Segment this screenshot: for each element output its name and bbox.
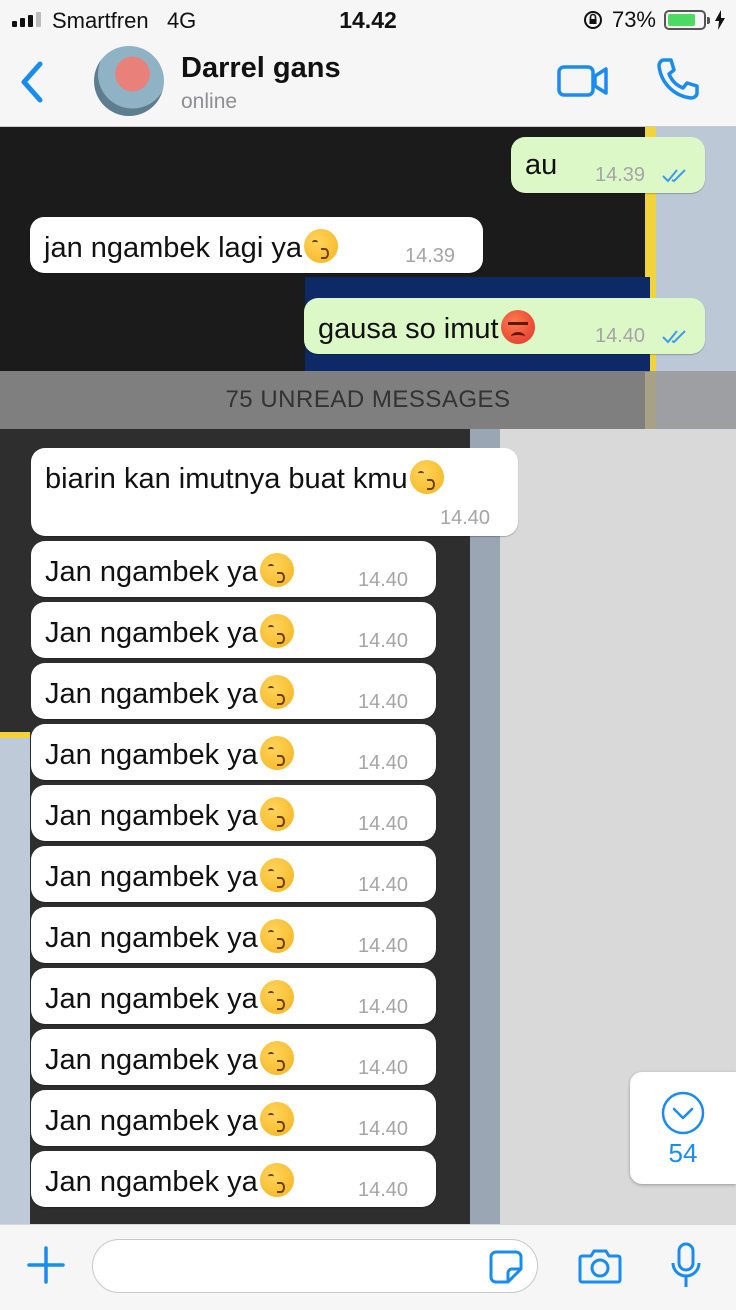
contact-status: online <box>181 90 238 113</box>
status-bar: Smartfren 4G 14.42 73% <box>0 0 736 40</box>
message-text: Jan ngambek ya <box>45 858 294 894</box>
message-bubble-incoming[interactable]: Jan ngambek ya 14.40 <box>31 1151 436 1207</box>
video-call-icon[interactable] <box>557 64 609 98</box>
message-text: Jan ngambek ya <box>45 1041 294 1077</box>
chat-thread[interactable]: au 14.39 jan ngambek lagi ya 14.39 gausa… <box>0 127 736 1224</box>
charging-bolt-icon <box>715 10 725 30</box>
message-time: 14.39 <box>405 245 456 267</box>
message-time: 14.40 <box>358 691 409 713</box>
message-bubble-incoming[interactable]: Jan ngambek ya 14.40 <box>31 1029 436 1085</box>
contact-name[interactable]: Darrel gans <box>181 52 341 85</box>
message-bubble-incoming[interactable]: biarin kan imutnya buat kmu 14.40 <box>31 448 518 536</box>
kissing-face-icon <box>259 553 294 587</box>
chevron-down-circle-icon <box>661 1091 705 1135</box>
read-ticks-icon <box>662 169 686 183</box>
message-time: 14.40 <box>358 1179 409 1201</box>
plus-icon[interactable] <box>26 1245 66 1285</box>
message-text: au <box>525 149 558 181</box>
message-time: 14.39 <box>595 164 646 186</box>
message-text: Jan ngambek ya <box>45 675 294 711</box>
message-text: Jan ngambek ya <box>45 553 294 589</box>
message-time: 14.40 <box>358 874 409 896</box>
message-time: 14.40 <box>358 630 409 652</box>
read-ticks-icon <box>662 330 686 344</box>
unread-messages-banner: 75 UNREAD MESSAGES <box>0 371 736 429</box>
kissing-face-icon <box>259 919 294 953</box>
message-bubble-incoming[interactable]: Jan ngambek ya 14.40 <box>31 724 436 780</box>
message-bubble-outgoing[interactable]: gausa so imut 14.40 <box>304 298 705 354</box>
message-bubble-incoming[interactable]: Jan ngambek ya 14.40 <box>31 602 436 658</box>
kissing-face-icon <box>259 858 294 892</box>
message-bubble-incoming[interactable]: Jan ngambek ya 14.40 <box>31 663 436 719</box>
message-input[interactable] <box>92 1239 538 1293</box>
message-bubble-incoming[interactable]: Jan ngambek ya 14.40 <box>31 541 436 597</box>
message-bubble-outgoing[interactable]: au 14.39 <box>511 137 705 193</box>
message-time: 14.40 <box>595 325 646 347</box>
camera-icon[interactable] <box>578 1247 622 1285</box>
message-time: 14.40 <box>358 752 409 774</box>
message-text: Jan ngambek ya <box>45 1163 294 1199</box>
wallpaper-panel <box>0 737 30 1224</box>
message-time: 14.40 <box>358 813 409 835</box>
message-time: 14.40 <box>440 507 491 529</box>
message-text: Jan ngambek ya <box>45 797 294 833</box>
kissing-face-icon <box>259 675 294 709</box>
kissing-face-icon <box>259 1102 294 1136</box>
message-input-bar <box>0 1224 736 1310</box>
rotation-lock-icon <box>583 11 602 29</box>
message-text: Jan ngambek ya <box>45 736 294 772</box>
unread-count-badge: 54 <box>668 1138 698 1168</box>
message-text: biarin kan imutnya buat kmu <box>45 460 444 496</box>
phone-call-icon[interactable] <box>654 56 700 102</box>
message-text: Jan ngambek ya <box>45 1102 294 1138</box>
message-text: jan ngambek lagi ya <box>44 229 338 265</box>
kissing-face-icon <box>259 736 294 770</box>
message-text: Jan ngambek ya <box>45 980 294 1016</box>
kissing-face-icon <box>259 797 294 831</box>
scroll-to-bottom-button[interactable]: 54 <box>630 1072 736 1184</box>
message-text: gausa so imut <box>318 310 535 346</box>
kissing-face-icon <box>409 460 444 494</box>
angry-face-icon <box>500 310 535 344</box>
battery-icon <box>664 10 710 30</box>
message-bubble-incoming[interactable]: jan ngambek lagi ya 14.39 <box>30 217 483 273</box>
message-text: Jan ngambek ya <box>45 919 294 955</box>
message-time: 14.40 <box>358 1118 409 1140</box>
chat-header: Darrel gans online <box>0 40 736 127</box>
message-bubble-incoming[interactable]: Jan ngambek ya 14.40 <box>31 968 436 1024</box>
message-time: 14.40 <box>358 569 409 591</box>
message-time: 14.40 <box>358 996 409 1018</box>
kissing-face-icon <box>259 614 294 648</box>
microphone-icon[interactable] <box>668 1241 704 1291</box>
kissing-face-icon <box>259 1163 294 1197</box>
message-bubble-incoming[interactable]: Jan ngambek ya 14.40 <box>31 1090 436 1146</box>
back-chevron-icon[interactable] <box>14 58 50 106</box>
battery-percent: 73% <box>611 7 656 32</box>
kissing-face-icon <box>259 980 294 1014</box>
wallpaper-panel <box>0 732 30 738</box>
message-bubble-incoming[interactable]: Jan ngambek ya 14.40 <box>31 907 436 963</box>
kissing-face-icon <box>303 229 338 263</box>
message-bubble-incoming[interactable]: Jan ngambek ya 14.40 <box>31 785 436 841</box>
message-time: 14.40 <box>358 1057 409 1079</box>
message-text: Jan ngambek ya <box>45 614 294 650</box>
message-bubble-incoming[interactable]: Jan ngambek ya 14.40 <box>31 846 436 902</box>
sticker-icon[interactable] <box>488 1249 524 1285</box>
message-time: 14.40 <box>358 935 409 957</box>
contact-avatar[interactable] <box>94 46 164 116</box>
kissing-face-icon <box>259 1041 294 1075</box>
